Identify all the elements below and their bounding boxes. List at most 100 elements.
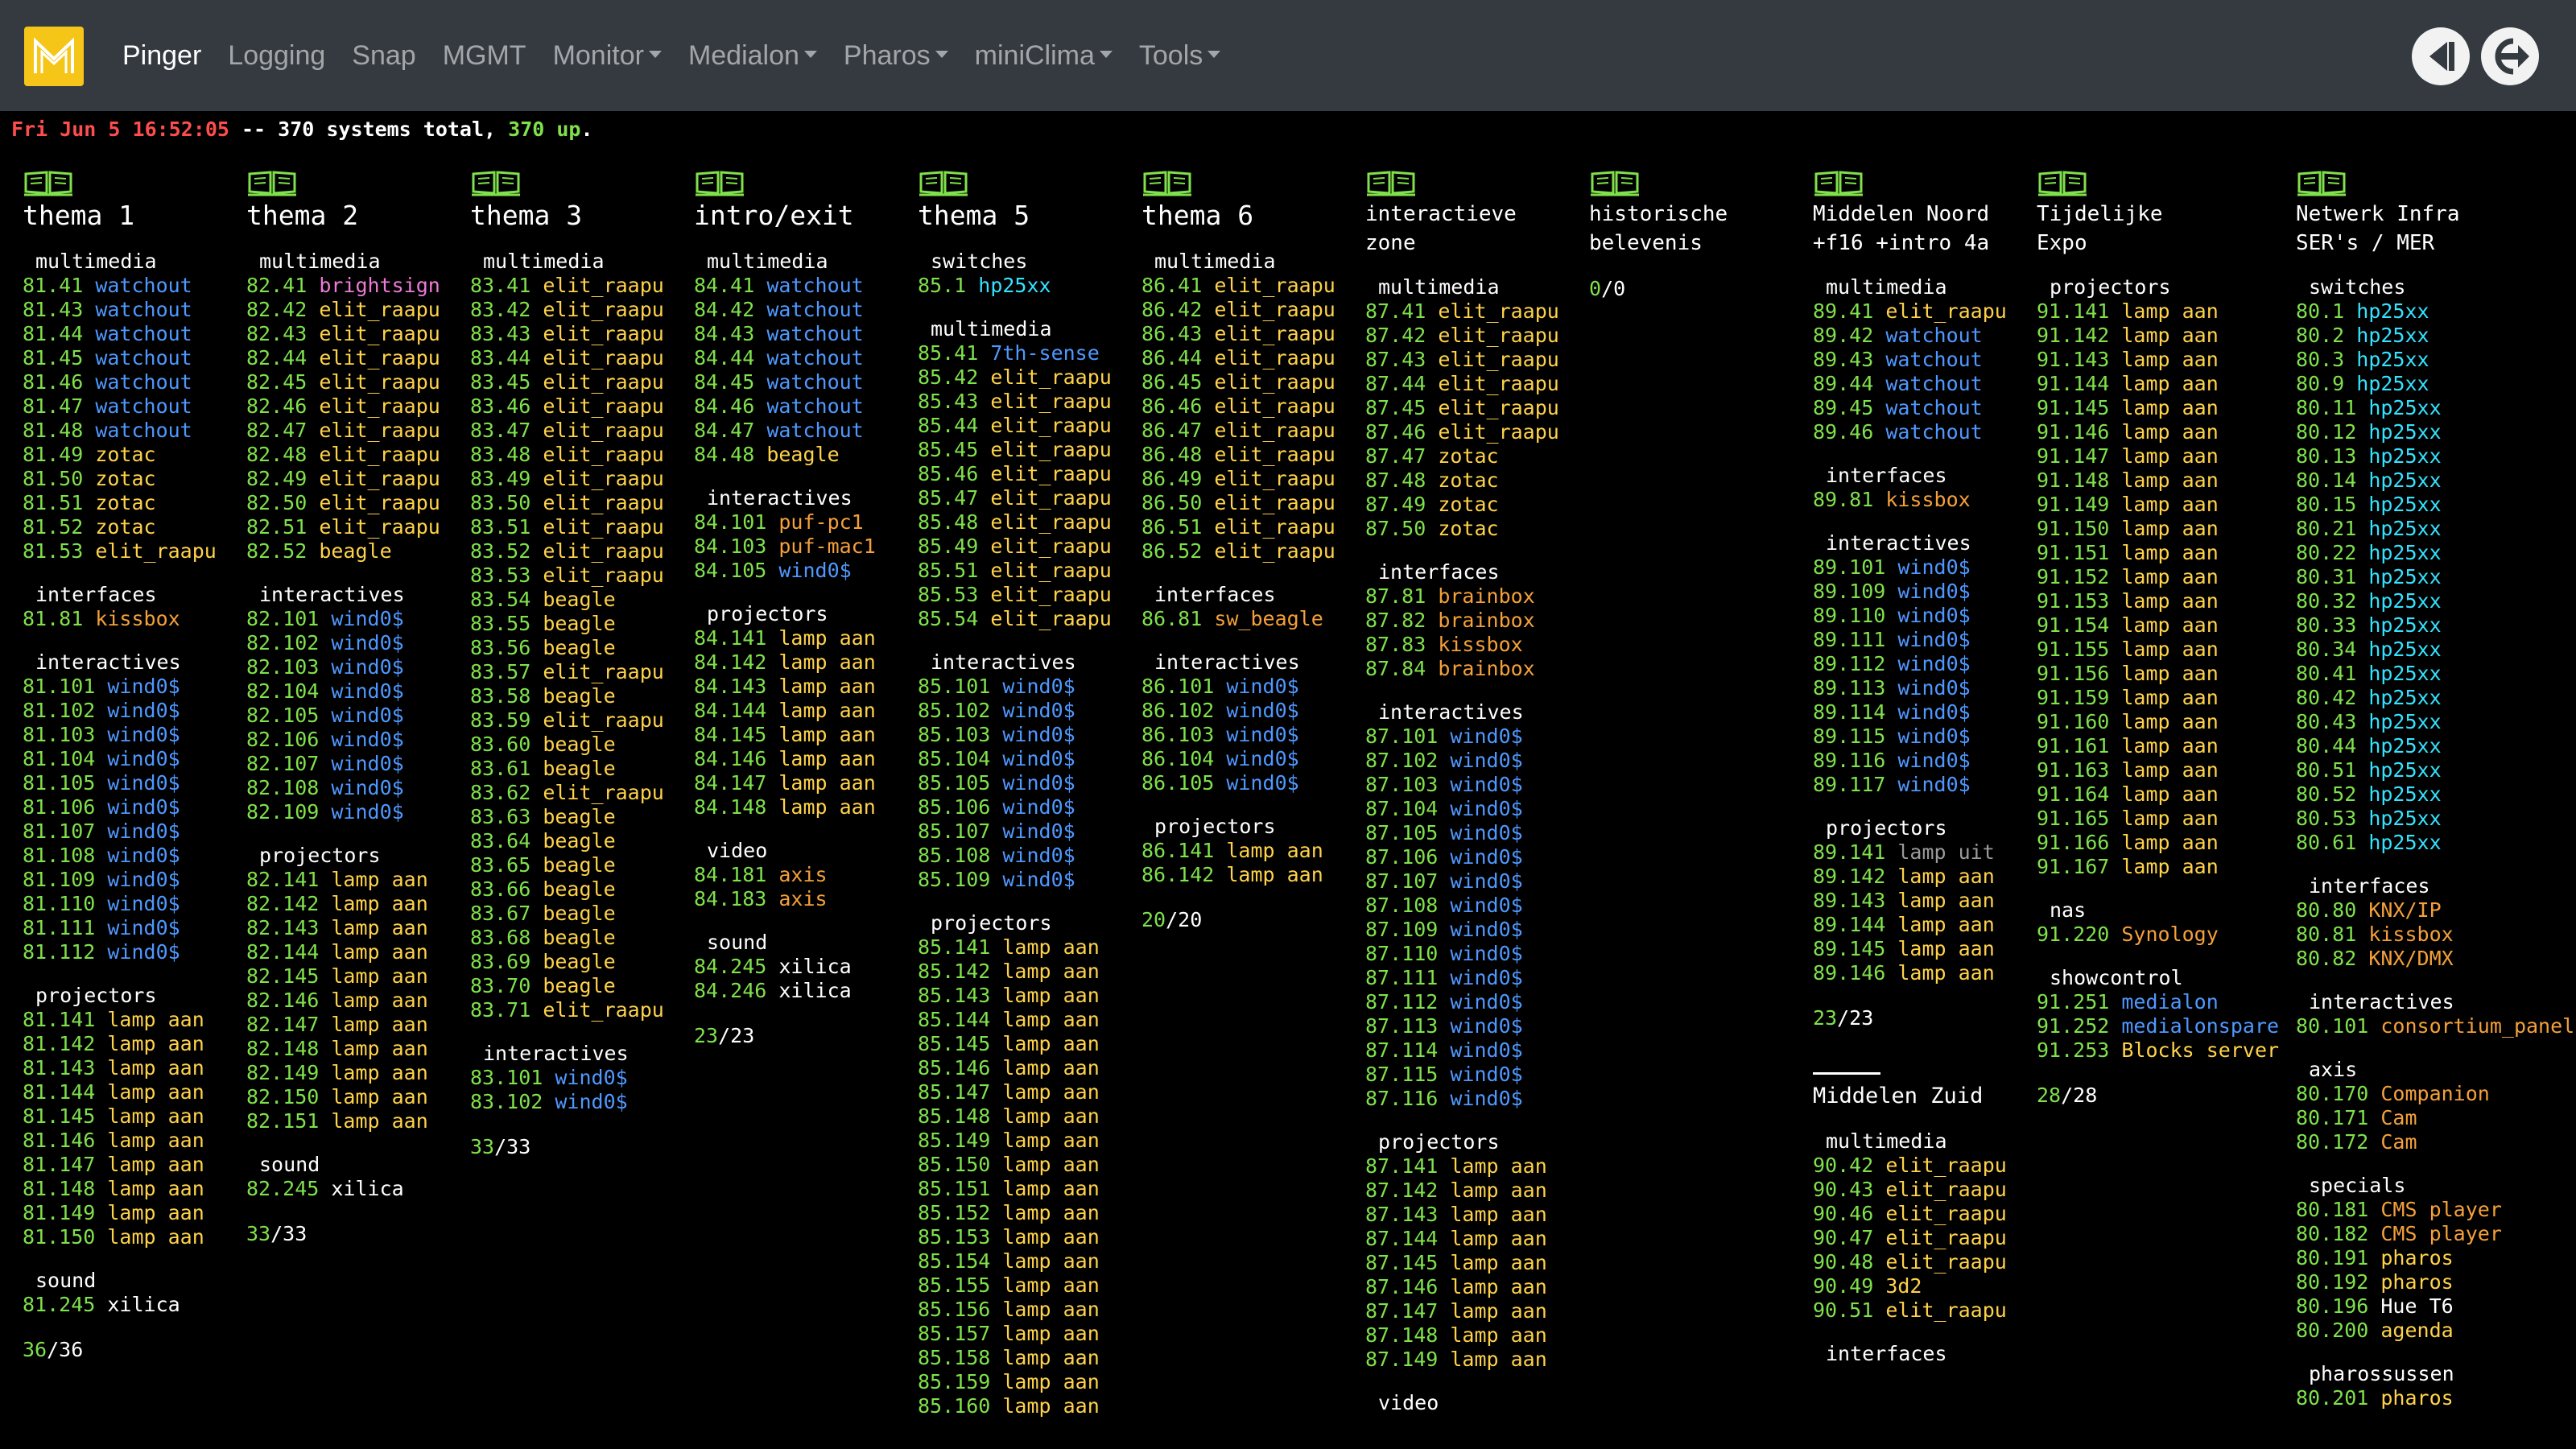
- system-row[interactable]: 81.51 zotac: [23, 491, 235, 515]
- system-row[interactable]: 87.81 brainbox: [1365, 584, 1578, 609]
- system-row[interactable]: 80.82 KNX/DMX: [2296, 947, 2508, 971]
- system-row[interactable]: 85.107 wind0$: [918, 819, 1130, 844]
- system-row[interactable]: 91.156 lamp aan: [2037, 662, 2272, 686]
- system-row[interactable]: 89.101 wind0$: [1813, 555, 2025, 580]
- system-row[interactable]: 80.13 hp25xx: [2296, 444, 2508, 469]
- system-row[interactable]: 81.41 watchout: [23, 274, 235, 298]
- system-row[interactable]: 85.54 elit_raapu: [918, 607, 1130, 631]
- system-row[interactable]: 87.107 wind0$: [1365, 869, 1578, 894]
- system-row[interactable]: 80.3 hp25xx: [2296, 348, 2508, 372]
- system-row[interactable]: 85.147 lamp aan: [918, 1080, 1130, 1104]
- system-row[interactable]: 91.142 lamp aan: [2037, 324, 2272, 348]
- system-row[interactable]: 81.108 wind0$: [23, 844, 235, 868]
- system-row[interactable]: 86.41 elit_raapu: [1141, 274, 1354, 298]
- system-row[interactable]: 84.44 watchout: [694, 346, 906, 370]
- system-row[interactable]: 81.107 wind0$: [23, 819, 235, 844]
- system-row[interactable]: 85.101 wind0$: [918, 675, 1130, 699]
- system-row[interactable]: 81.52 zotac: [23, 515, 235, 539]
- nav-item-mgmt[interactable]: MGMT: [443, 40, 526, 72]
- system-row[interactable]: 89.116 wind0$: [1813, 749, 2025, 773]
- system-row[interactable]: 89.117 wind0$: [1813, 773, 2025, 797]
- system-row[interactable]: 82.149 lamp aan: [246, 1061, 459, 1085]
- system-row[interactable]: 85.141 lamp aan: [918, 935, 1130, 960]
- system-row[interactable]: 85.103 wind0$: [918, 723, 1130, 747]
- system-row[interactable]: 83.51 elit_raapu: [470, 515, 683, 539]
- system-row[interactable]: 80.31 hp25xx: [2296, 565, 2508, 589]
- system-row[interactable]: 80.201 pharos: [2296, 1386, 2508, 1410]
- system-row[interactable]: 81.43 watchout: [23, 298, 235, 322]
- system-row[interactable]: 84.41 watchout: [694, 274, 906, 298]
- system-row[interactable]: 89.113 wind0$: [1813, 676, 2025, 700]
- system-row[interactable]: 85.158 lamp aan: [918, 1346, 1130, 1370]
- system-row[interactable]: 80.191 pharos: [2296, 1246, 2508, 1270]
- system-row[interactable]: 84.145 lamp aan: [694, 723, 906, 747]
- system-row[interactable]: 91.145 lamp aan: [2037, 396, 2272, 420]
- system-row[interactable]: 83.55 beagle: [470, 612, 683, 636]
- system-row[interactable]: 83.44 elit_raapu: [470, 346, 683, 370]
- system-row[interactable]: 80.2 hp25xx: [2296, 324, 2508, 348]
- system-row[interactable]: 82.150 lamp aan: [246, 1085, 459, 1109]
- system-row[interactable]: 84.101 puf-pc1: [694, 510, 906, 535]
- system-row[interactable]: 90.51 elit_raapu: [1813, 1298, 2025, 1323]
- system-row[interactable]: 84.103 puf-mac1: [694, 535, 906, 559]
- system-row[interactable]: 91.164 lamp aan: [2037, 782, 2272, 807]
- system-row[interactable]: 91.155 lamp aan: [2037, 638, 2272, 662]
- system-row[interactable]: 82.148 lamp aan: [246, 1037, 459, 1061]
- system-row[interactable]: 80.192 pharos: [2296, 1270, 2508, 1294]
- system-row[interactable]: 86.50 elit_raapu: [1141, 491, 1354, 515]
- system-row[interactable]: 80.1 hp25xx: [2296, 299, 2508, 324]
- system-row[interactable]: 86.81 sw_beagle: [1141, 607, 1354, 631]
- system-row[interactable]: 85.44 elit_raapu: [918, 414, 1130, 438]
- system-row[interactable]: 80.51 hp25xx: [2296, 758, 2508, 782]
- system-row[interactable]: 85.106 wind0$: [918, 795, 1130, 819]
- system-row[interactable]: 91.147 lamp aan: [2037, 444, 2272, 469]
- system-row[interactable]: 81.46 watchout: [23, 370, 235, 394]
- system-row[interactable]: 80.196 Hue T6: [2296, 1294, 2508, 1319]
- system-row[interactable]: 85.41 7th-sense: [918, 341, 1130, 365]
- system-row[interactable]: 87.103 wind0$: [1365, 773, 1578, 797]
- system-row[interactable]: 89.42 watchout: [1813, 324, 2025, 348]
- system-row[interactable]: 81.101 wind0$: [23, 675, 235, 699]
- system-row[interactable]: 82.151 lamp aan: [246, 1109, 459, 1133]
- system-row[interactable]: 83.63 beagle: [470, 805, 683, 829]
- system-row[interactable]: 81.48 watchout: [23, 419, 235, 443]
- system-row[interactable]: 86.102 wind0$: [1141, 699, 1354, 723]
- system-row[interactable]: 85.155 lamp aan: [918, 1274, 1130, 1298]
- system-row[interactable]: 87.108 wind0$: [1365, 894, 1578, 918]
- system-row[interactable]: 81.112 wind0$: [23, 940, 235, 964]
- system-row[interactable]: 82.51 elit_raapu: [246, 515, 459, 539]
- system-row[interactable]: 84.181 axis: [694, 863, 906, 887]
- system-row[interactable]: 85.48 elit_raapu: [918, 510, 1130, 535]
- system-row[interactable]: 86.51 elit_raapu: [1141, 515, 1354, 539]
- system-row[interactable]: 82.42 elit_raapu: [246, 298, 459, 322]
- system-row[interactable]: 82.45 elit_raapu: [246, 370, 459, 394]
- system-row[interactable]: 83.60 beagle: [470, 733, 683, 757]
- system-row[interactable]: 80.14 hp25xx: [2296, 469, 2508, 493]
- system-row[interactable]: 87.148 lamp aan: [1365, 1323, 1578, 1348]
- system-row[interactable]: 85.145 lamp aan: [918, 1032, 1130, 1056]
- system-row[interactable]: 80.182 CMS player: [2296, 1222, 2508, 1246]
- system-row[interactable]: 85.153 lamp aan: [918, 1225, 1130, 1249]
- system-row[interactable]: 84.147 lamp aan: [694, 771, 906, 795]
- system-row[interactable]: 84.183 axis: [694, 887, 906, 911]
- system-row[interactable]: 89.146 lamp aan: [1813, 961, 2025, 985]
- system-row[interactable]: 87.104 wind0$: [1365, 797, 1578, 821]
- system-row[interactable]: 91.152 lamp aan: [2037, 565, 2272, 589]
- system-row[interactable]: 82.101 wind0$: [246, 607, 459, 631]
- system-row[interactable]: 90.48 elit_raapu: [1813, 1250, 2025, 1274]
- system-row[interactable]: 85.143 lamp aan: [918, 984, 1130, 1008]
- nav-item-tools[interactable]: Tools: [1139, 40, 1221, 72]
- system-row[interactable]: 84.48 beagle: [694, 443, 906, 467]
- system-row[interactable]: 80.61 hp25xx: [2296, 831, 2508, 855]
- system-row[interactable]: 80.15 hp25xx: [2296, 493, 2508, 517]
- system-row[interactable]: 85.150 lamp aan: [918, 1153, 1130, 1177]
- system-row[interactable]: 84.146 lamp aan: [694, 747, 906, 771]
- system-row[interactable]: 85.53 elit_raapu: [918, 583, 1130, 607]
- system-row[interactable]: 87.105 wind0$: [1365, 821, 1578, 845]
- system-row[interactable]: 80.52 hp25xx: [2296, 782, 2508, 807]
- system-row[interactable]: 87.44 elit_raapu: [1365, 372, 1578, 396]
- logout-button[interactable]: [2481, 27, 2539, 85]
- system-row[interactable]: 80.41 hp25xx: [2296, 662, 2508, 686]
- system-row[interactable]: 81.111 wind0$: [23, 916, 235, 940]
- system-row[interactable]: 81.53 elit_raapu: [23, 539, 235, 564]
